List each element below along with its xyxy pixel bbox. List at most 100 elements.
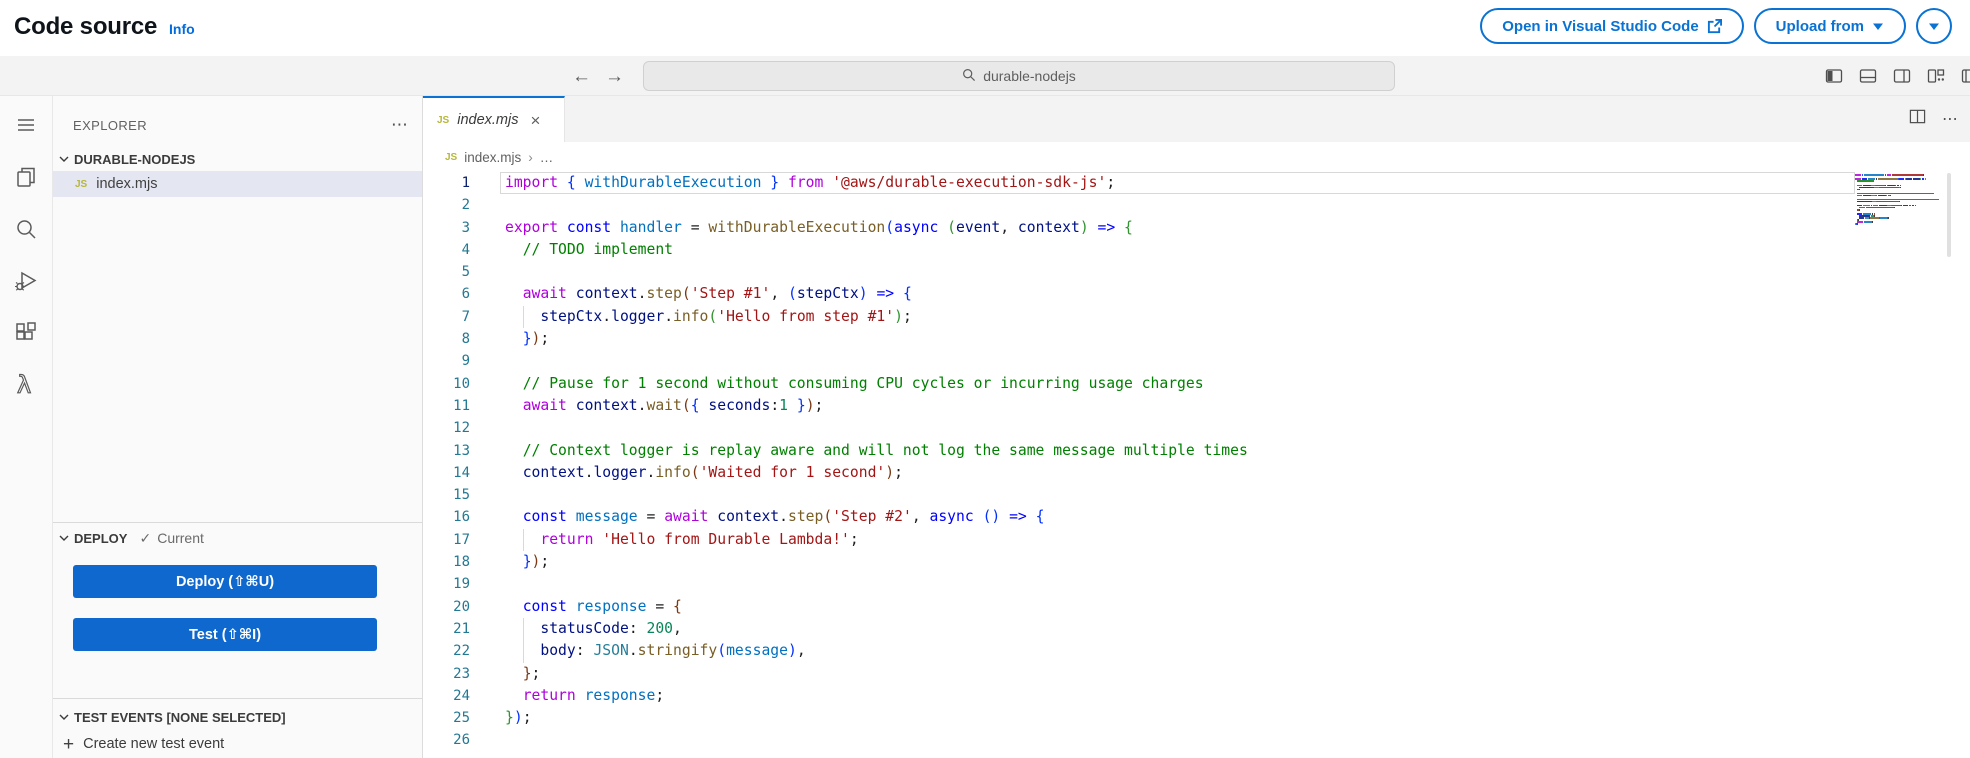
close-tab-icon[interactable]: × xyxy=(530,112,540,129)
tree-file-indexmjs[interactable]: JS index.mjs xyxy=(53,171,422,197)
code-line-7[interactable]: 7 stepCtx.logger.info('Hello from step #… xyxy=(423,306,1970,328)
line-content: }); xyxy=(470,707,1970,729)
deploy-section-header[interactable]: DEPLOY ✓ Current xyxy=(53,526,422,550)
extensions-icon[interactable] xyxy=(11,318,41,348)
code-line-19[interactable]: 19 xyxy=(423,573,1970,595)
code-line-21[interactable]: 21 statusCode: 200, xyxy=(423,618,1970,640)
code-line-11[interactable]: 11 await context.wait({ seconds:1 }); xyxy=(423,395,1970,417)
caret-down-icon xyxy=(1872,22,1884,31)
more-actions-dropdown-button[interactable] xyxy=(1916,8,1952,44)
create-test-event-item[interactable]: + Create new test event xyxy=(53,732,422,756)
js-file-icon: JS xyxy=(437,115,449,126)
layout-toggle-icons xyxy=(1825,56,1970,96)
code-line-20[interactable]: 20 const response = { xyxy=(423,596,1970,618)
line-content: return response; xyxy=(470,685,1970,707)
code-line-14[interactable]: 14 context.logger.info('Waited for 1 sec… xyxy=(423,462,1970,484)
code-line-24[interactable]: 24 return response; xyxy=(423,685,1970,707)
line-number: 2 xyxy=(423,194,470,216)
code-line-23[interactable]: 23 }; xyxy=(423,663,1970,685)
editor-titlebar: ← → durable-nodejs xyxy=(0,56,1970,96)
tab-strip: JS index.mjs × ⋯ xyxy=(423,96,1970,142)
code-line-8[interactable]: 8 }); xyxy=(423,328,1970,350)
tab-indexmjs[interactable]: JS index.mjs × xyxy=(423,96,565,142)
line-number: 22 xyxy=(423,640,470,662)
code-line-15[interactable]: 15 xyxy=(423,484,1970,506)
line-number: 16 xyxy=(423,506,470,528)
command-center-search[interactable]: durable-nodejs xyxy=(643,61,1395,91)
code-line-12[interactable]: 12 xyxy=(423,417,1970,439)
split-editor-icon[interactable] xyxy=(1909,108,1926,130)
test-events-section-header[interactable]: TEST EVENTS [NONE SELECTED] xyxy=(53,705,422,729)
breadcrumb-file[interactable]: index.mjs xyxy=(464,150,521,165)
line-number: 4 xyxy=(423,239,470,261)
code-line-26[interactable]: 26 xyxy=(423,729,1970,751)
editor-more-actions-icon[interactable]: ⋯ xyxy=(1942,109,1958,129)
caret-down-icon xyxy=(1928,22,1940,31)
divider xyxy=(53,522,422,523)
search-icon xyxy=(962,68,976,85)
code-line-17[interactable]: 17 return 'Hello from Durable Lambda!'; xyxy=(423,529,1970,551)
line-number: 19 xyxy=(423,573,470,595)
minimap[interactable] xyxy=(1855,174,1945,227)
aws-lambda-icon[interactable]: λ xyxy=(11,370,41,400)
code-line-18[interactable]: 18 }); xyxy=(423,551,1970,573)
deploy-header-label: DEPLOY xyxy=(74,531,127,546)
forward-arrow-icon[interactable]: → xyxy=(605,67,624,86)
breadcrumb: JS index.mjs › … xyxy=(423,142,1970,172)
header-actions: Open in Visual Studio Code Upload from xyxy=(1480,8,1952,44)
test-button[interactable]: Test (⇧⌘I) xyxy=(73,618,377,651)
explorer-files-icon[interactable] xyxy=(11,162,41,192)
line-content: body: JSON.stringify(message), xyxy=(470,640,1970,662)
line-number: 14 xyxy=(423,462,470,484)
line-content: import { withDurableExecution } from '@a… xyxy=(470,172,1970,194)
line-number: 15 xyxy=(423,484,470,506)
explorer-header: EXPLORER ⋯ xyxy=(73,114,408,136)
line-content: export const handler = withDurableExecut… xyxy=(470,217,1970,239)
info-link[interactable]: Info xyxy=(169,21,195,37)
back-arrow-icon[interactable]: ← xyxy=(572,67,591,86)
code-line-5[interactable]: 5 xyxy=(423,261,1970,283)
code-line-22[interactable]: 22 body: JSON.stringify(message), xyxy=(423,640,1970,662)
code-line-9[interactable]: 9 xyxy=(423,350,1970,372)
breadcrumb-more[interactable]: … xyxy=(540,150,554,165)
history-nav: ← → xyxy=(572,56,624,96)
line-content: }); xyxy=(470,328,1970,350)
menu-icon[interactable] xyxy=(11,110,41,140)
code-line-2[interactable]: 2 xyxy=(423,194,1970,216)
explorer-title: EXPLORER xyxy=(73,118,147,133)
clipped-layout-icon[interactable] xyxy=(1961,67,1970,85)
line-content: const message = await context.step('Step… xyxy=(470,506,1970,528)
line-content xyxy=(470,350,1970,372)
code-line-3[interactable]: 3export const handler = withDurableExecu… xyxy=(423,217,1970,239)
toggle-right-panel-icon[interactable] xyxy=(1893,67,1911,85)
code-line-25[interactable]: 25}); xyxy=(423,707,1970,729)
customize-layout-icon[interactable] xyxy=(1927,67,1945,85)
console-header: Code source Info Open in Visual Studio C… xyxy=(0,0,1970,56)
code-line-10[interactable]: 10 // Pause for 1 second without consumi… xyxy=(423,373,1970,395)
upload-from-button[interactable]: Upload from xyxy=(1754,8,1906,44)
code-line-16[interactable]: 16 const message = await context.step('S… xyxy=(423,506,1970,528)
breadcrumb-separator: › xyxy=(528,150,533,165)
line-number: 12 xyxy=(423,417,470,439)
explorer-sidebar: EXPLORER ⋯ DURABLE-NODEJS JS index.mjs D… xyxy=(53,96,423,758)
search-icon[interactable] xyxy=(11,214,41,244)
chevron-down-icon xyxy=(58,153,70,165)
run-debug-icon[interactable] xyxy=(11,266,41,296)
code-line-1[interactable]: 1import { withDurableExecution } from '@… xyxy=(423,172,1970,194)
code-line-4[interactable]: 4 // TODO implement xyxy=(423,239,1970,261)
line-content: }; xyxy=(470,663,1970,685)
explorer-more-icon[interactable]: ⋯ xyxy=(391,120,408,130)
tree-root-durable-nodejs[interactable]: DURABLE-NODEJS xyxy=(53,148,422,170)
line-number: 20 xyxy=(423,596,470,618)
code-editor[interactable]: 1import { withDurableExecution } from '@… xyxy=(423,172,1970,758)
indent-guide xyxy=(523,618,524,640)
editor-scrollbar[interactable] xyxy=(1947,173,1951,257)
line-content: // Context logger is replay aware and wi… xyxy=(470,440,1970,462)
file-name-label: index.mjs xyxy=(96,176,157,192)
code-line-13[interactable]: 13 // Context logger is replay aware and… xyxy=(423,440,1970,462)
toggle-bottom-panel-icon[interactable] xyxy=(1859,67,1877,85)
deploy-button[interactable]: Deploy (⇧⌘U) xyxy=(73,565,377,598)
code-line-6[interactable]: 6 await context.step('Step #1', (stepCtx… xyxy=(423,283,1970,305)
toggle-left-panel-icon[interactable] xyxy=(1825,67,1843,85)
open-in-vscode-button[interactable]: Open in Visual Studio Code xyxy=(1480,8,1743,44)
